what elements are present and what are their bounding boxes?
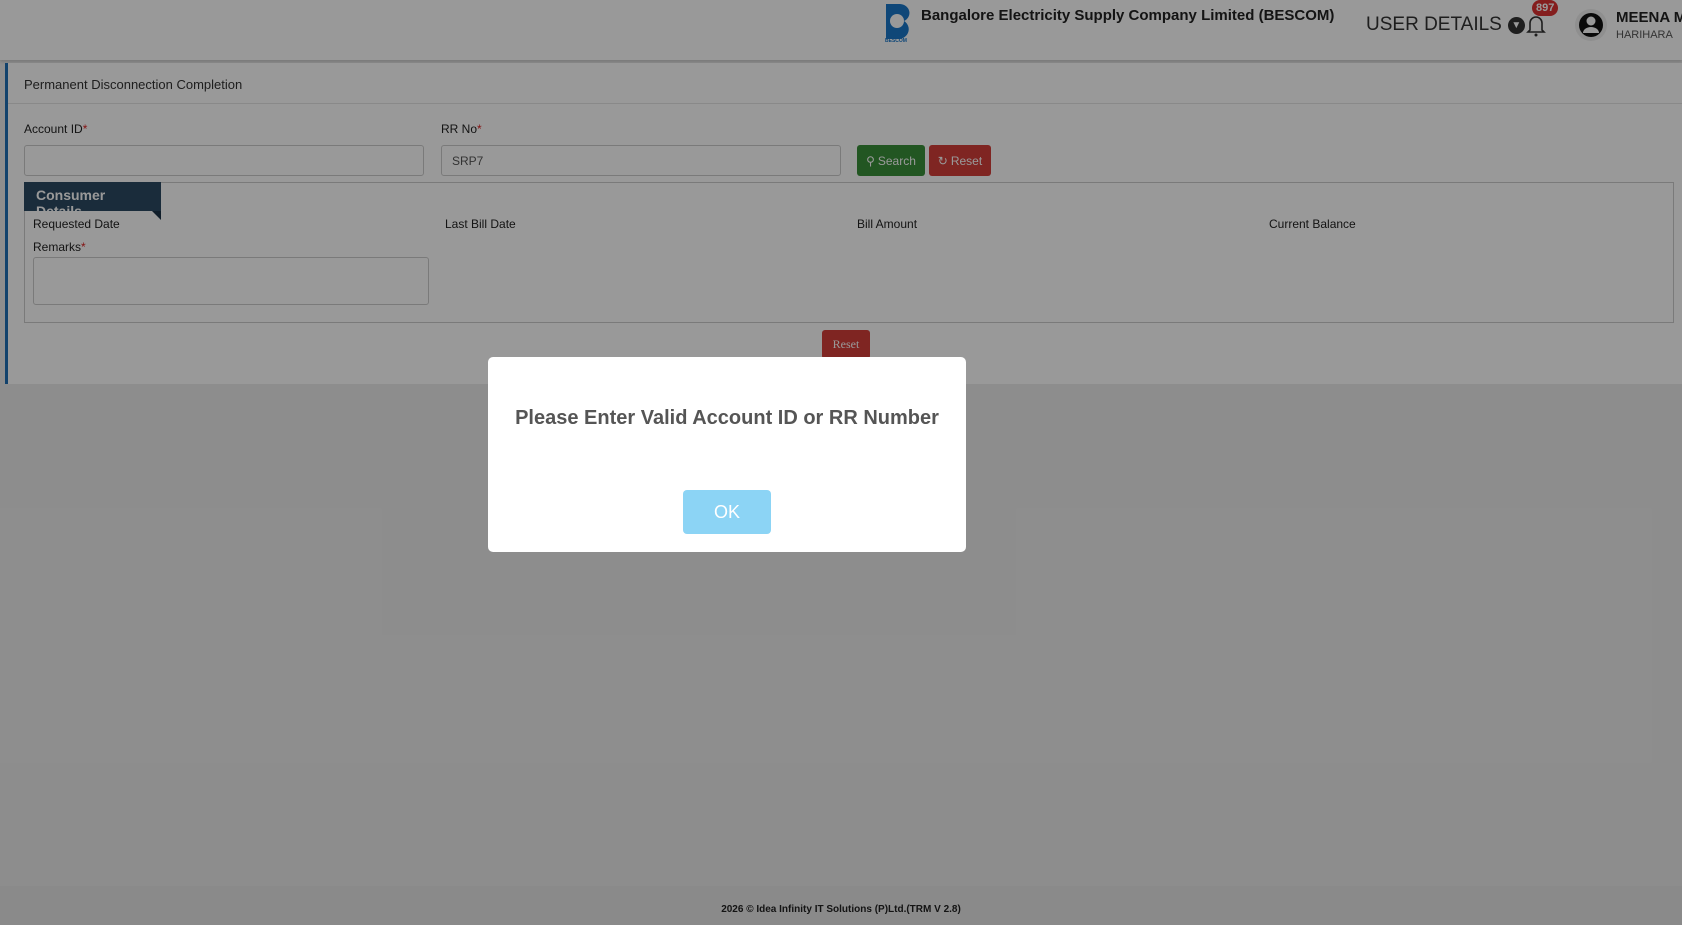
alert-message: Please Enter Valid Account ID or RR Numb… bbox=[515, 407, 939, 429]
alert-dialog: Please Enter Valid Account ID or RR Numb… bbox=[488, 357, 966, 552]
ok-button[interactable]: OK bbox=[683, 490, 771, 534]
